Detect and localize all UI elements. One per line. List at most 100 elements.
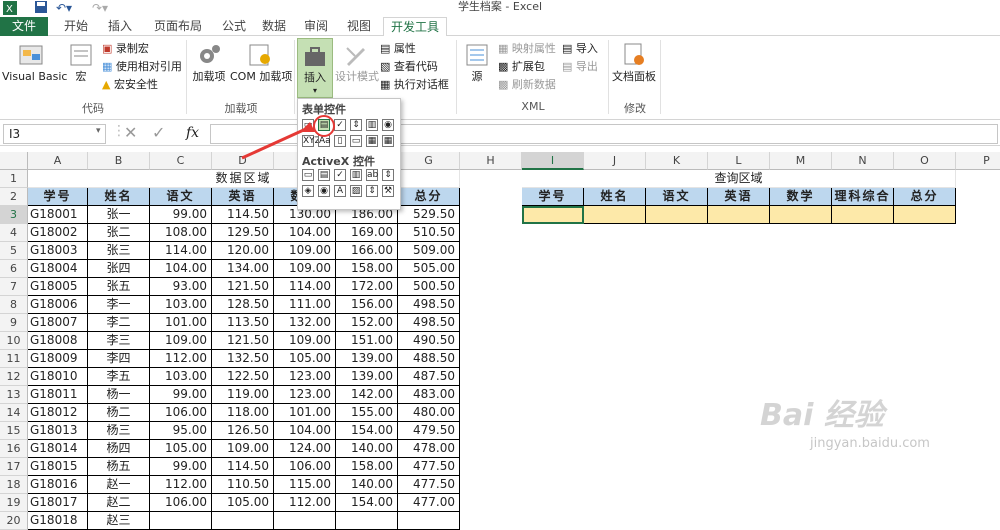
- document-panel-button[interactable]: 文档面板: [612, 42, 656, 83]
- enter-icon[interactable]: ✓: [152, 123, 165, 142]
- row-header-3[interactable]: 3: [0, 206, 28, 224]
- data-cell[interactable]: 477.50: [398, 476, 460, 494]
- data-cell[interactable]: [398, 512, 460, 530]
- data-cell[interactable]: 483.00: [398, 386, 460, 404]
- data-cell[interactable]: 139.00: [336, 350, 398, 368]
- query-input-cell[interactable]: [646, 206, 708, 224]
- data-cell[interactable]: 121.50: [212, 278, 274, 296]
- ax-command-button-icon[interactable]: ▭: [302, 169, 314, 181]
- tab-home[interactable]: 开始: [52, 17, 100, 36]
- tab-data[interactable]: 数据: [254, 17, 294, 36]
- ax-image-icon[interactable]: ▨: [350, 185, 362, 197]
- data-cell[interactable]: 109.00: [274, 260, 336, 278]
- row-header-14[interactable]: 14: [0, 404, 28, 422]
- row-header-9[interactable]: 9: [0, 314, 28, 332]
- data-cell[interactable]: 121.50: [212, 332, 274, 350]
- column-header-o[interactable]: O: [894, 152, 956, 170]
- data-cell[interactable]: 509.00: [398, 242, 460, 260]
- data-cell[interactable]: [150, 512, 212, 530]
- column-header-j[interactable]: J: [584, 152, 646, 170]
- name-box[interactable]: I3: [3, 124, 106, 144]
- data-cell[interactable]: 李四: [88, 350, 150, 368]
- row-header-19[interactable]: 19: [0, 494, 28, 512]
- spin-button-control-icon[interactable]: ⇕: [350, 119, 362, 131]
- data-cell[interactable]: 李一: [88, 296, 150, 314]
- data-cell[interactable]: 赵二: [88, 494, 150, 512]
- column-header-h[interactable]: H: [460, 152, 522, 170]
- data-cell[interactable]: 张一: [88, 206, 150, 224]
- data-cell[interactable]: 498.50: [398, 314, 460, 332]
- data-cell[interactable]: 140.00: [336, 476, 398, 494]
- addins-button[interactable]: 加载项: [190, 42, 228, 83]
- query-header-cell[interactable]: 语文: [646, 188, 708, 206]
- data-cell[interactable]: 108.00: [150, 224, 212, 242]
- column-header-m[interactable]: M: [770, 152, 832, 170]
- data-cell[interactable]: 158.00: [336, 458, 398, 476]
- data-cell[interactable]: 479.50: [398, 422, 460, 440]
- row-header-5[interactable]: 5: [0, 242, 28, 260]
- row-header-18[interactable]: 18: [0, 476, 28, 494]
- ax-toggle-button-icon[interactable]: ◈: [302, 185, 314, 197]
- data-cell[interactable]: 105.00: [150, 440, 212, 458]
- row-header-15[interactable]: 15: [0, 422, 28, 440]
- data-cell[interactable]: 104.00: [150, 260, 212, 278]
- data-cell[interactable]: 109.00: [274, 332, 336, 350]
- data-cell[interactable]: 510.50: [398, 224, 460, 242]
- ax-option-button-icon[interactable]: ◉: [318, 185, 330, 197]
- row-header-4[interactable]: 4: [0, 224, 28, 242]
- view-code-button[interactable]: ▧ 查看代码: [380, 58, 438, 76]
- data-cell[interactable]: 杨一: [88, 386, 150, 404]
- data-cell[interactable]: 93.00: [150, 278, 212, 296]
- data-cell[interactable]: 114.00: [274, 278, 336, 296]
- export-button[interactable]: ▤ 导出: [562, 58, 598, 76]
- macros-button[interactable]: 宏: [64, 42, 98, 83]
- data-cell[interactable]: 李五: [88, 368, 150, 386]
- query-input-cell[interactable]: [584, 206, 646, 224]
- data-cell[interactable]: 498.50: [398, 296, 460, 314]
- row-header-12[interactable]: 12: [0, 368, 28, 386]
- data-cell[interactable]: G18017: [28, 494, 88, 512]
- tab-page-layout[interactable]: 页面布局: [142, 17, 214, 36]
- data-cell[interactable]: 487.50: [398, 368, 460, 386]
- data-cell[interactable]: G18002: [28, 224, 88, 242]
- data-cell[interactable]: 480.00: [398, 404, 460, 422]
- data-cell[interactable]: 132.00: [274, 314, 336, 332]
- name-box-chevron-icon[interactable]: ▾: [96, 126, 101, 136]
- data-cell[interactable]: 500.50: [398, 278, 460, 296]
- data-cell[interactable]: 115.00: [274, 476, 336, 494]
- tab-file[interactable]: 文件: [0, 17, 48, 36]
- column-header-a[interactable]: A: [28, 152, 88, 170]
- tab-review[interactable]: 审阅: [296, 17, 336, 36]
- query-header-cell[interactable]: 理科综合: [832, 188, 894, 206]
- data-cell[interactable]: 99.00: [150, 206, 212, 224]
- data-header-cell[interactable]: 姓名: [88, 188, 150, 206]
- data-cell[interactable]: G18004: [28, 260, 88, 278]
- data-cell[interactable]: 李二: [88, 314, 150, 332]
- data-cell[interactable]: 113.50: [212, 314, 274, 332]
- row-header-16[interactable]: 16: [0, 440, 28, 458]
- import-button[interactable]: ▤ 导入: [562, 40, 598, 58]
- query-header-cell[interactable]: 总分: [894, 188, 956, 206]
- data-cell[interactable]: 124.00: [274, 440, 336, 458]
- data-cell[interactable]: 赵一: [88, 476, 150, 494]
- data-cell[interactable]: 112.00: [150, 350, 212, 368]
- data-cell[interactable]: 118.00: [212, 404, 274, 422]
- data-cell[interactable]: 109.00: [212, 440, 274, 458]
- query-header-cell[interactable]: 学号: [522, 188, 584, 206]
- column-header-b[interactable]: B: [88, 152, 150, 170]
- data-cell[interactable]: 123.00: [274, 386, 336, 404]
- data-cell[interactable]: 488.50: [398, 350, 460, 368]
- data-cell[interactable]: 505.00: [398, 260, 460, 278]
- record-macro-button[interactable]: ▣ 录制宏: [102, 40, 149, 58]
- cancel-icon[interactable]: ✕: [124, 123, 137, 142]
- data-cell[interactable]: 477.00: [398, 494, 460, 512]
- data-cell[interactable]: 99.00: [150, 458, 212, 476]
- ax-label-icon[interactable]: A: [334, 185, 346, 197]
- data-cell[interactable]: 95.00: [150, 422, 212, 440]
- data-cell[interactable]: 111.00: [274, 296, 336, 314]
- data-cell[interactable]: G18001: [28, 206, 88, 224]
- column-header-i[interactable]: I: [522, 152, 584, 170]
- expansion-packs-button[interactable]: ▩ 扩展包: [498, 58, 545, 76]
- data-cell[interactable]: 172.00: [336, 278, 398, 296]
- map-properties-button[interactable]: ▦ 映射属性: [498, 40, 556, 58]
